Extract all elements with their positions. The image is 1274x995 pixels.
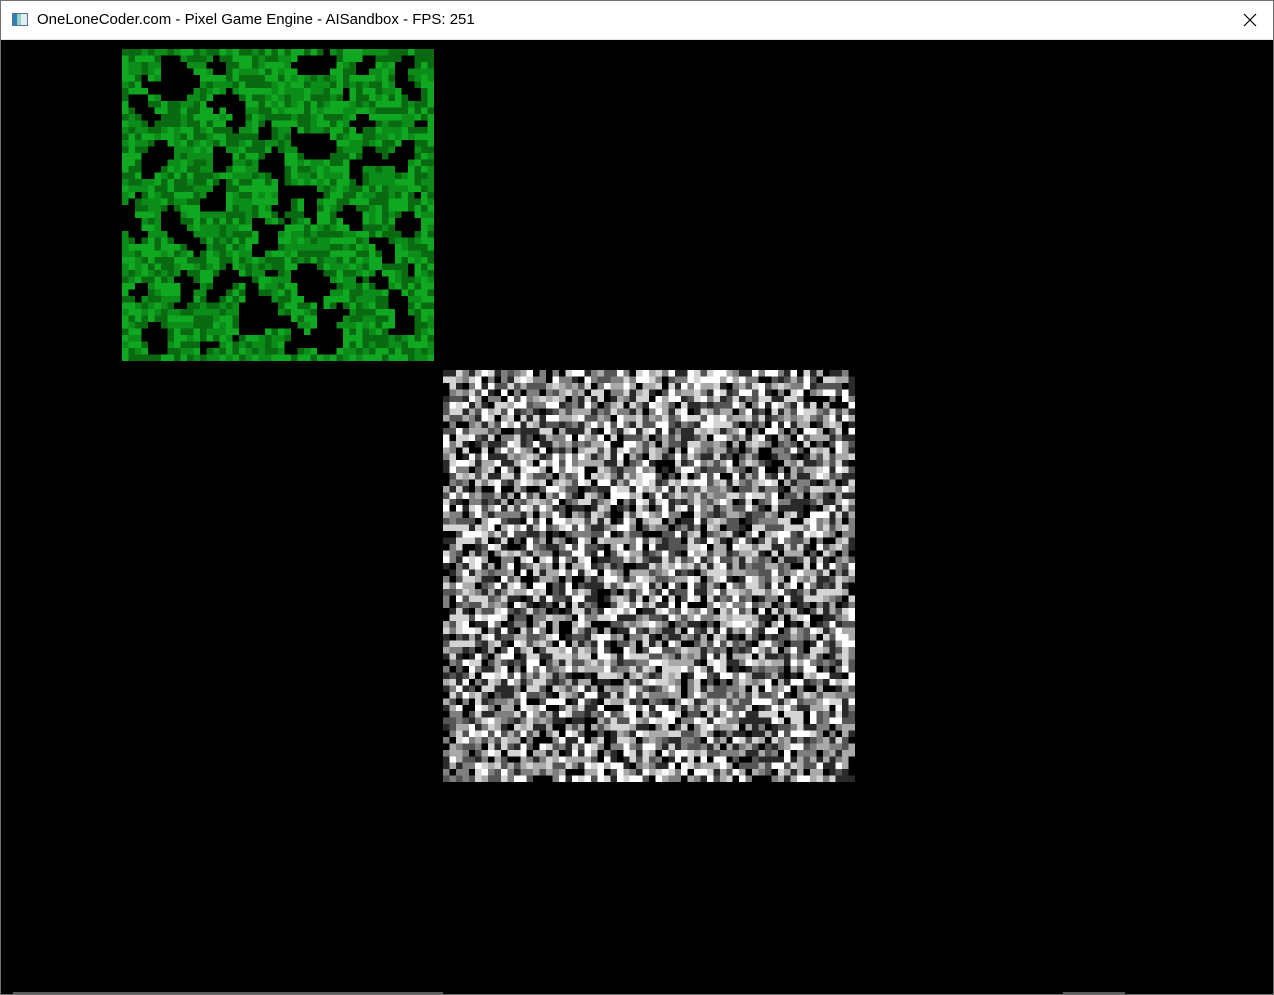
game-viewport[interactable] bbox=[1, 40, 1273, 994]
close-icon bbox=[1243, 13, 1257, 27]
title-bar[interactable]: OneLoneCoder.com - Pixel Game Engine - A… bbox=[1, 1, 1273, 40]
close-button[interactable] bbox=[1227, 1, 1273, 39]
bottom-edge-mark bbox=[13, 992, 443, 994]
grayscale-noise-grid bbox=[443, 370, 855, 782]
window-app-icon[interactable] bbox=[12, 13, 28, 26]
app-window: OneLoneCoder.com - Pixel Game Engine - A… bbox=[0, 0, 1274, 995]
window-title: OneLoneCoder.com - Pixel Game Engine - A… bbox=[37, 11, 475, 28]
bottom-edge-mark-right bbox=[1063, 992, 1125, 994]
green-cell-grid bbox=[122, 49, 434, 361]
